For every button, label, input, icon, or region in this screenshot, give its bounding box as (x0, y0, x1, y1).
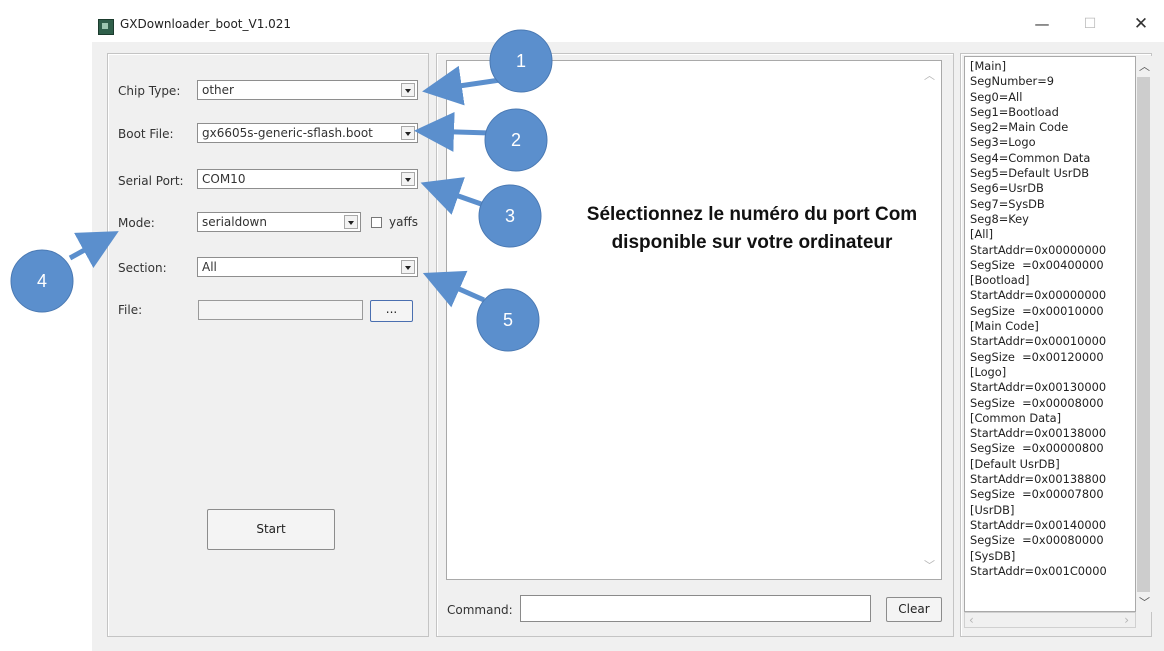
badge-4-number: 4 (37, 271, 47, 291)
annotation-arrow (68, 231, 119, 268)
annotation-arrow (420, 177, 485, 215)
callout-line-1: Sélectionnez le numéro du port Com (587, 204, 917, 225)
annotation-arrow (422, 270, 486, 308)
badge-5-number: 5 (503, 310, 513, 330)
annotation-arrow (414, 111, 491, 152)
annotation-overlay: 1 2 3 4 5 Sélectionnez le numéro du port… (10, 29, 917, 352)
badge-1-number: 1 (516, 51, 526, 71)
annotation-arrow (422, 65, 501, 106)
badge-2-number: 2 (511, 130, 521, 150)
callout-line-2: disponible sur votre ordinateur (612, 232, 893, 253)
badge-3-number: 3 (505, 206, 515, 226)
